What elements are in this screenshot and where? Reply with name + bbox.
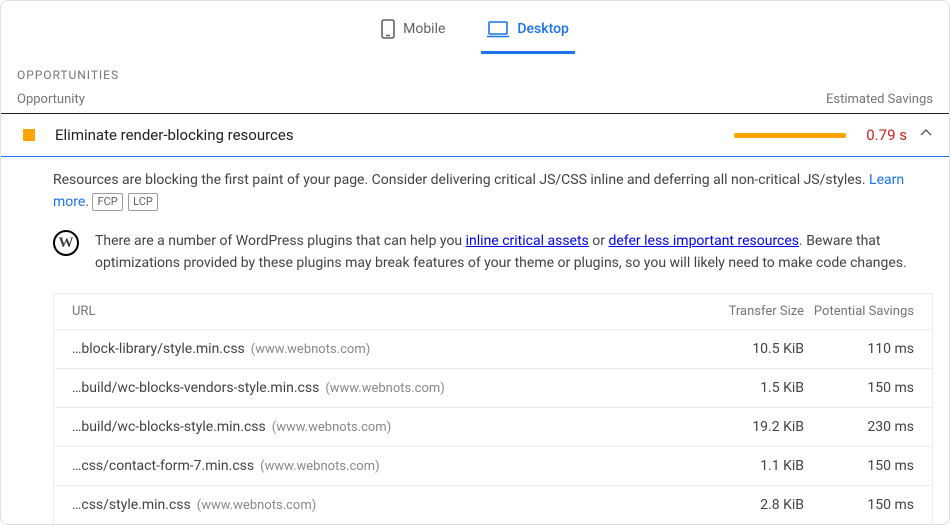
- tab-mobile[interactable]: Mobile: [375, 13, 451, 54]
- wordpress-note: W There are a number of WordPress plugin…: [1, 214, 949, 287]
- metric-badge-fcp: FCP: [92, 193, 122, 211]
- inline-critical-assets-link[interactable]: inline critical assets: [466, 233, 589, 249]
- tab-label: Desktop: [517, 21, 568, 37]
- tab-desktop[interactable]: Desktop: [481, 13, 574, 54]
- resource-size: 1.1 KiB: [654, 458, 804, 474]
- savings-value: 0.79 s: [866, 126, 907, 144]
- section-title: OPPORTUNITIES: [1, 54, 949, 86]
- table-header: URL Transfer Size Potential Savings: [54, 294, 932, 330]
- wordpress-note-text: There are a number of WordPress plugins …: [95, 230, 933, 275]
- audit-summary-row[interactable]: Eliminate render-blocking resources 0.79…: [1, 114, 949, 157]
- audit-title: Eliminate render-blocking resources: [55, 126, 294, 144]
- resource-url: …css/style.min.css(www.webnots.com): [72, 497, 654, 513]
- resource-savings: 150 ms: [804, 497, 914, 513]
- mobile-icon: [381, 19, 395, 39]
- audit-panel: Mobile Desktop OPPORTUNITIES Opportunity…: [0, 0, 950, 525]
- table-row: …block-library/style.min.css(www.webnots…: [54, 330, 932, 369]
- savings-bar: [734, 133, 846, 138]
- col-header-size: Transfer Size: [654, 304, 804, 319]
- resource-url: …build/wc-blocks-vendors-style.min.css(w…: [72, 380, 654, 396]
- col-header-opportunity: Opportunity: [17, 92, 85, 107]
- resource-size: 19.2 KiB: [654, 419, 804, 435]
- resource-savings: 110 ms: [804, 341, 914, 357]
- resource-url: …block-library/style.min.css(www.webnots…: [72, 341, 654, 357]
- resource-savings: 150 ms: [804, 380, 914, 396]
- table-row: …build/wc-blocks-style.min.css(www.webno…: [54, 408, 932, 447]
- resource-url: …build/wc-blocks-style.min.css(www.webno…: [72, 419, 654, 435]
- metric-badge-lcp: LCP: [128, 193, 158, 211]
- table-row: …css/contact-form-7.min.css(www.webnots.…: [54, 447, 932, 486]
- resource-url: …css/contact-form-7.min.css(www.webnots.…: [72, 458, 654, 474]
- resource-size: 10.5 KiB: [654, 341, 804, 357]
- audit-description: Resources are blocking the first paint o…: [1, 157, 949, 214]
- table-row: …build/wc-blocks-vendors-style.min.css(w…: [54, 369, 932, 408]
- device-tabs: Mobile Desktop: [1, 1, 949, 54]
- table-row: …css/style.min.css(www.webnots.com) 2.8 …: [54, 486, 932, 524]
- chevron-up-icon: [919, 126, 933, 144]
- col-header-savings: Estimated Savings: [826, 92, 933, 107]
- severity-indicator-icon: [23, 129, 35, 141]
- resource-size: 2.8 KiB: [654, 497, 804, 513]
- wordpress-icon: W: [53, 230, 79, 256]
- opportunity-header-row: Opportunity Estimated Savings: [1, 86, 949, 114]
- resource-savings: 230 ms: [804, 419, 914, 435]
- desktop-icon: [487, 20, 509, 38]
- resources-table: URL Transfer Size Potential Savings …blo…: [53, 293, 933, 525]
- col-header-url: URL: [72, 304, 654, 319]
- defer-resources-link[interactable]: defer less important resources: [608, 233, 799, 249]
- tab-label: Mobile: [403, 21, 445, 37]
- col-header-potential-savings: Potential Savings: [804, 304, 914, 319]
- resource-savings: 150 ms: [804, 458, 914, 474]
- resource-size: 1.5 KiB: [654, 380, 804, 396]
